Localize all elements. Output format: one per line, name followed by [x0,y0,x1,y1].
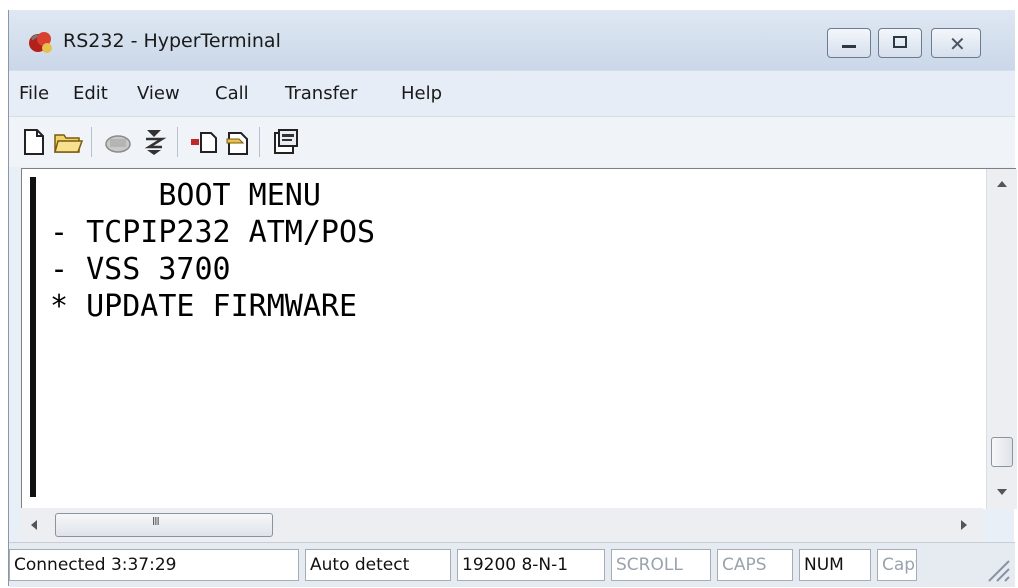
open-icon[interactable] [53,127,83,157]
status-bar: Connected 3:37:29 Auto detect 19200 8-N-… [9,542,1015,587]
vertical-scrollbar[interactable] [986,169,1017,509]
menu-bar: File Edit View Call Transfer Help [9,70,1015,117]
terminal-line: * UPDATE FIRMWARE [50,289,358,324]
terminal-text: BOOT MENU - TCPIP232 ATM/POS - VSS 3700 … [30,177,950,497]
status-scroll-indicator: SCROLL [611,549,711,581]
close-icon: ✕ [949,32,966,56]
menu-file[interactable]: File [19,83,49,104]
send-icon[interactable] [189,127,219,157]
scroll-left-icon[interactable] [31,520,37,530]
resize-grip-icon[interactable] [981,553,1011,583]
status-num-indicator: NUM [799,549,871,581]
status-emulation: Auto detect [305,549,451,581]
receive-icon[interactable] [223,127,253,157]
menu-help[interactable]: Help [401,83,442,104]
status-caps-indicator: CAPS [717,549,793,581]
disconnect-icon[interactable] [103,127,133,157]
status-connection: Connected 3:37:29 [9,549,299,581]
horizontal-scroll-thumb[interactable]: III [55,513,273,537]
maximize-button[interactable] [878,28,922,58]
status-capture-indicator: Capture [877,549,917,581]
terminal-line: - VSS 3700 [50,252,231,287]
menu-call[interactable]: Call [215,83,249,104]
horizontal-scrollbar[interactable]: III [21,508,983,542]
hyperterminal-app-icon [29,32,52,53]
hyperterminal-window: RS232 - HyperTerminal ✕ File Edit View C… [8,10,1017,587]
toolbar-separator [91,127,92,157]
title-bar[interactable]: RS232 - HyperTerminal ✕ [9,10,1015,70]
close-button[interactable]: ✕ [931,28,981,58]
terminal-line: BOOT MENU [50,178,321,213]
toolbar-separator [177,127,178,157]
minimize-button[interactable] [827,28,871,58]
status-port-settings: 19200 8-N-1 [457,549,605,581]
scroll-up-icon[interactable] [997,181,1007,187]
maximize-icon [893,36,907,48]
menu-transfer[interactable]: Transfer [285,83,357,104]
scroll-down-icon[interactable] [997,489,1007,495]
scroll-right-icon[interactable] [961,520,967,530]
terminal-area[interactable]: BOOT MENU - TCPIP232 ATM/POS - VSS 3700 … [21,168,1017,509]
toolbar-separator [259,127,260,157]
vertical-scroll-thumb[interactable] [991,437,1013,467]
properties-icon[interactable] [271,127,301,157]
minimize-icon [842,45,856,48]
menu-edit[interactable]: Edit [73,83,108,104]
new-connection-icon[interactable] [19,127,49,157]
window-title: RS232 - HyperTerminal [63,30,281,52]
scroll-grip-icon: III [152,515,160,528]
terminal-line: - TCPIP232 ATM/POS [50,215,376,250]
toolbar [9,116,1015,167]
menu-view[interactable]: View [137,83,180,104]
dial-icon[interactable] [139,127,169,157]
